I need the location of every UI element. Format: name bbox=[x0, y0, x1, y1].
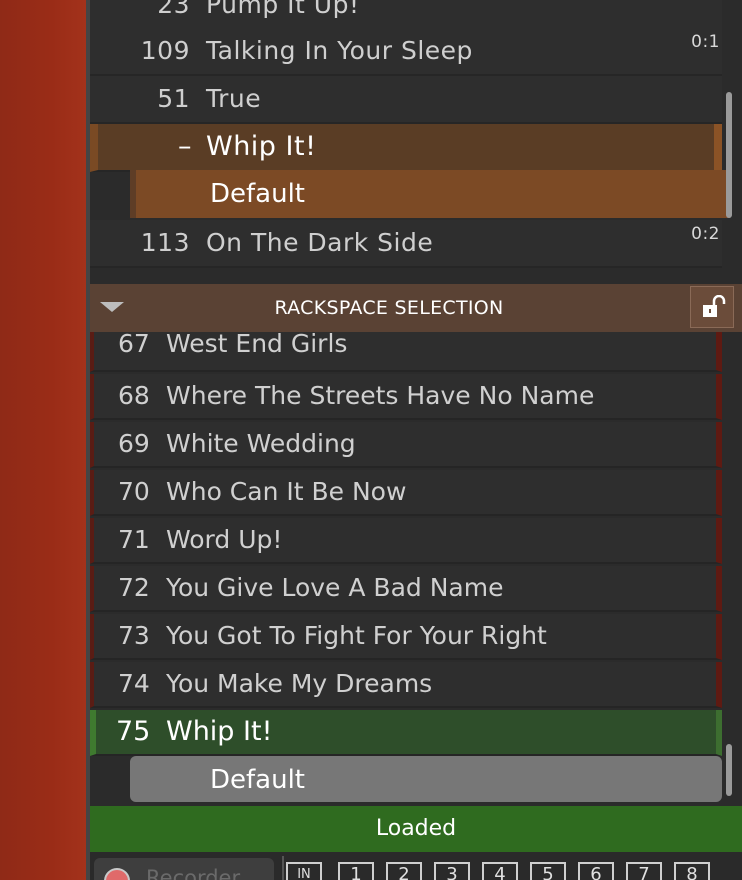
key-2[interactable]: 2 bbox=[386, 862, 422, 880]
song-list-scrollbar[interactable] bbox=[726, 92, 732, 218]
rackspace-title: Word Up! bbox=[166, 525, 283, 554]
song-number: 23 bbox=[157, 0, 190, 19]
unlock-icon bbox=[703, 295, 726, 317]
song-title: On The Dark Side bbox=[206, 228, 434, 257]
rackspace-item[interactable]: 69 White Wedding bbox=[90, 422, 722, 468]
key-1[interactable]: 1 bbox=[338, 862, 374, 880]
rackspace-item[interactable]: 68 Where The Streets Have No Name bbox=[90, 374, 722, 420]
song-number: 51 bbox=[157, 84, 190, 113]
key-4[interactable]: 4 bbox=[482, 862, 518, 880]
rackspace-item[interactable]: 72 You Give Love A Bad Name bbox=[90, 566, 722, 612]
rackspace-title: White Wedding bbox=[166, 429, 356, 458]
bottom-toolbar: Recorder IN 1 2 3 4 5 6 7 8 bbox=[90, 852, 742, 880]
left-panel-strip bbox=[0, 0, 86, 880]
rackspace-title: You Make My Dreams bbox=[166, 669, 433, 698]
song-title: Whip It! bbox=[206, 131, 317, 162]
song-item[interactable]: 23 Pump It Up! bbox=[90, 0, 722, 30]
recorder-button[interactable]: Recorder bbox=[94, 858, 274, 880]
song-title: Pump It Up! bbox=[206, 0, 360, 19]
rackspace-number: 67 bbox=[118, 329, 150, 358]
rackspace-number: 70 bbox=[118, 477, 150, 506]
rackspace-title: You Got To Fight For Your Right bbox=[166, 621, 547, 650]
active-song-item[interactable]: – Whip It! bbox=[90, 124, 722, 172]
song-title: True bbox=[206, 84, 262, 113]
rackspace-number: 73 bbox=[118, 621, 150, 650]
rackspace-number: 75 bbox=[116, 716, 151, 747]
song-time: 0:1 bbox=[691, 32, 720, 52]
collapse-dash-icon[interactable]: – bbox=[178, 124, 192, 170]
load-status-bar: Loaded bbox=[90, 806, 742, 852]
rackspace-number: 72 bbox=[118, 573, 150, 602]
key-7[interactable]: 7 bbox=[626, 862, 662, 880]
active-part-item[interactable]: Default bbox=[130, 170, 730, 218]
part-label: Default bbox=[210, 179, 305, 209]
rackspace-number: 68 bbox=[118, 381, 150, 410]
rackspace-title: Who Can It Be Now bbox=[166, 477, 407, 506]
rackspace-title: Whip It! bbox=[166, 716, 273, 747]
song-time: 0:2 bbox=[691, 224, 720, 244]
unlock-button[interactable] bbox=[690, 286, 734, 328]
rackspace-item[interactable]: 73 You Got To Fight For Your Right bbox=[90, 614, 722, 660]
song-number: 113 bbox=[140, 228, 190, 257]
recorder-label: Recorder bbox=[146, 866, 241, 880]
key-6[interactable]: 6 bbox=[578, 862, 614, 880]
variation-label: Default bbox=[210, 765, 305, 795]
record-dot-icon bbox=[104, 868, 130, 880]
key-3[interactable]: 3 bbox=[434, 862, 470, 880]
rackspace-item[interactable]: 67 West End Girls bbox=[90, 329, 722, 372]
song-title: Talking In Your Sleep bbox=[206, 36, 473, 65]
app-window: 23 Pump It Up! 109 Talking In Your Sleep… bbox=[0, 0, 742, 880]
rackspace-variation-item[interactable]: Default bbox=[130, 756, 722, 802]
rackspace-title: Where The Streets Have No Name bbox=[166, 381, 595, 410]
midi-in-key[interactable]: IN bbox=[286, 862, 322, 880]
song-item[interactable]: 51 True bbox=[90, 76, 722, 124]
rackspace-number: 69 bbox=[118, 429, 150, 458]
toolbar-separator bbox=[282, 856, 284, 880]
song-item[interactable]: 113 On The Dark Side 0:2 bbox=[90, 220, 722, 268]
rackspace-item[interactable]: 70 Who Can It Be Now bbox=[90, 470, 722, 516]
song-item[interactable]: 109 Talking In Your Sleep 0:1 bbox=[90, 28, 722, 76]
rackspace-number: 74 bbox=[118, 669, 150, 698]
selected-rackspace-item[interactable]: 75 Whip It! bbox=[90, 710, 722, 756]
rackspace-item[interactable]: 71 Word Up! bbox=[90, 518, 722, 564]
song-number: 109 bbox=[140, 36, 190, 65]
key-5[interactable]: 5 bbox=[530, 862, 566, 880]
key-8[interactable]: 8 bbox=[674, 862, 710, 880]
rackspace-title: West End Girls bbox=[166, 329, 348, 358]
rackspace-title: You Give Love A Bad Name bbox=[166, 573, 504, 602]
rackspace-number: 71 bbox=[118, 525, 150, 554]
rackspace-scrollbar[interactable] bbox=[726, 744, 732, 796]
rackspace-item[interactable]: 74 You Make My Dreams bbox=[90, 662, 722, 708]
